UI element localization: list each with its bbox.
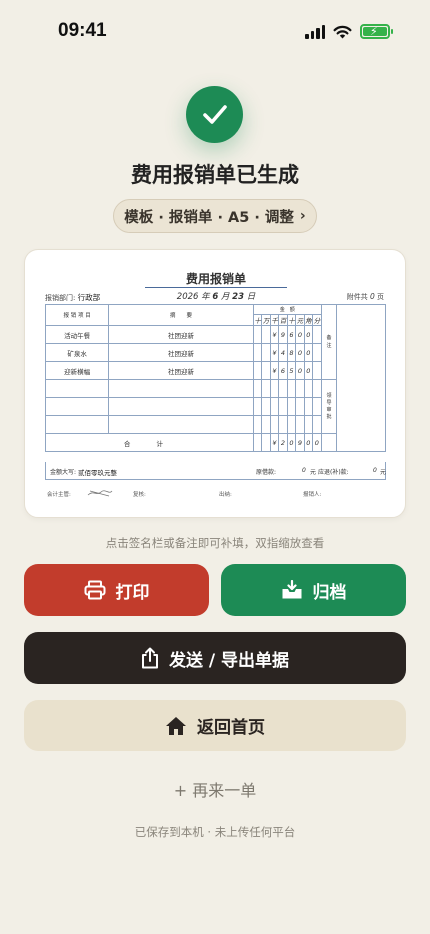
printer-icon bbox=[84, 580, 105, 600]
attachments-field: 附件共 0 页 bbox=[346, 292, 384, 301]
chevron-right-icon: › bbox=[299, 208, 306, 224]
saved-locally-note: 已保存到本机 · 未上传任何平台 bbox=[134, 825, 296, 839]
total-label: 合 计 bbox=[45, 433, 254, 452]
claimant-signature: 报销人: bbox=[303, 492, 322, 498]
table-row-empty: 领 导 审 批 bbox=[44, 379, 386, 434]
archive-tray-icon bbox=[282, 580, 301, 599]
send-export-button-label: 发送 / 导出单据 bbox=[168, 650, 290, 671]
review-signature: 复核: bbox=[133, 492, 146, 498]
send-export-button[interactable]: 发送 / 导出单据 bbox=[24, 632, 406, 684]
archive-button[interactable]: 归档 bbox=[221, 564, 406, 616]
total-row: 合 计 ¥2 09 00 bbox=[45, 433, 386, 452]
success-check-badge bbox=[186, 86, 243, 143]
check-icon bbox=[202, 104, 227, 124]
print-button-label: 打印 bbox=[115, 582, 150, 603]
back-home-button[interactable]: 返回首页 bbox=[24, 700, 406, 751]
amount-in-words: 贰佰零玖元整 bbox=[78, 469, 117, 477]
back-home-button-label: 返回首页 bbox=[197, 718, 265, 738]
print-button[interactable]: 打印 bbox=[24, 564, 209, 616]
signature-scribble-icon bbox=[87, 490, 113, 497]
new-claim-link[interactable]: + 再来一单 bbox=[0, 777, 430, 801]
table-header-row: 报 销 项 目 摘 要 金 额 备 注 bbox=[44, 304, 386, 452]
approval-blank bbox=[336, 304, 386, 452]
success-title: 费用报销单已生成 bbox=[131, 163, 299, 187]
template-pill-label: 模板 · 报销单 · A5 · 调整 bbox=[124, 209, 294, 226]
status-time: 09:41 bbox=[58, 20, 107, 41]
home-icon bbox=[166, 716, 186, 735]
status-bar: 09:41 ⚡ bbox=[0, 0, 430, 60]
note-cell[interactable]: 备 注 bbox=[320, 304, 338, 380]
document-preview[interactable]: 费用报销单 报销部门: 行政部 2026 年 6 月 23 日 附件共 0 页 … bbox=[24, 249, 406, 518]
wifi-icon bbox=[333, 25, 352, 38]
amount-in-words-row: 金额大写: 贰佰零玖元整 原借款: 0 元 应退(补)款: 0 元 bbox=[45, 462, 386, 480]
leader-approval-cell[interactable]: 领 导 审 批 bbox=[320, 379, 338, 434]
template-adjust-button[interactable]: 模板 · 报销单 · A5 · 调整 › bbox=[113, 199, 317, 233]
supervisor-signature: 会计主管: bbox=[47, 492, 71, 498]
battery-charging-icon: ⚡ bbox=[360, 24, 393, 39]
status-icons: ⚡ bbox=[305, 24, 393, 39]
cashier-signature: 出纳: bbox=[219, 492, 232, 498]
hint-text: 点击签名栏或备注即可补填，双指缩放查看 bbox=[105, 536, 325, 550]
cellular-signal-icon bbox=[305, 24, 325, 39]
archive-button-label: 归档 bbox=[312, 582, 347, 603]
share-icon bbox=[141, 647, 158, 669]
expense-table: 报 销 项 目 摘 要 金 额 备 注 十 万 千 百 十 元 角 分 活动午餐… bbox=[44, 304, 386, 452]
document-title: 费用报销单 bbox=[185, 272, 246, 286]
